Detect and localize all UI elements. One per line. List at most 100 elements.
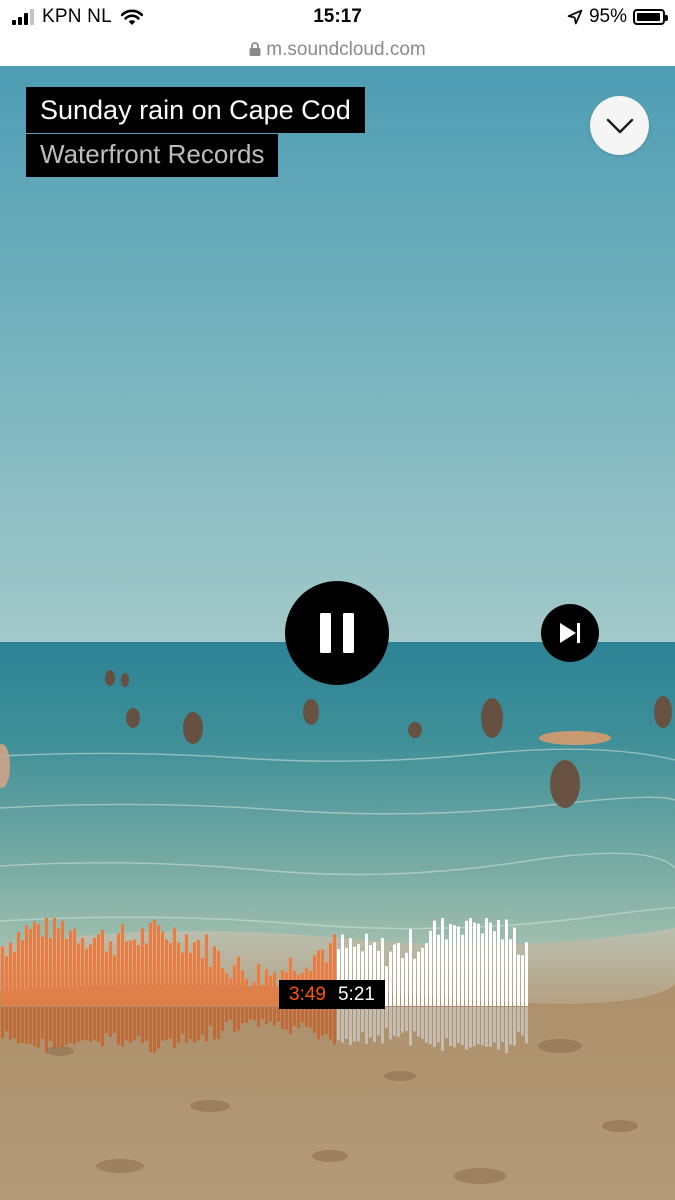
- waveform-reflection-bar: [141, 1007, 144, 1044]
- waveform-reflection-bar: [201, 1007, 204, 1035]
- waveform-reflection-bar: [337, 1007, 340, 1041]
- waveform-bar: [77, 943, 80, 1006]
- waveform-reflection-bar: [81, 1007, 84, 1041]
- waveform-reflection-bar: [241, 1007, 244, 1024]
- waveform-reflection-bar: [89, 1007, 92, 1042]
- waveform-reflection-bar: [225, 1007, 228, 1023]
- waveform-bar: [41, 936, 44, 1006]
- waveform-bar: [401, 958, 404, 1006]
- address-bar[interactable]: m.soundcloud.com: [0, 34, 675, 66]
- waveform-reflection-bar: [305, 1007, 308, 1027]
- waveform-bar: [121, 924, 124, 1006]
- waveform-bar: [13, 952, 16, 1006]
- total-time: 5:21: [337, 983, 375, 1005]
- waveform-reflection-bar: [409, 1007, 412, 1046]
- waveform-reflection-bar: [413, 1007, 416, 1032]
- status-bar: KPN NL 15:17 95%: [0, 0, 675, 34]
- waveform-reflection-bar: [293, 1007, 296, 1026]
- waveform-reflection-bar: [245, 1007, 248, 1023]
- waveform-seekbar[interactable]: [0, 904, 530, 1054]
- waveform-reflection-bar: [417, 1007, 420, 1037]
- waveform-reflection-bar: [281, 1007, 284, 1029]
- waveform-reflection-bar: [445, 1007, 448, 1039]
- waveform-reflection-bar: [453, 1007, 456, 1048]
- waveform-bar: [73, 928, 76, 1006]
- current-time: 3:49: [289, 983, 326, 1005]
- waveform-reflection-bar: [509, 1007, 512, 1045]
- waveform-bar: [209, 966, 212, 1006]
- waveform-bar: [273, 972, 276, 1006]
- waveform-reflection-bar: [129, 1007, 132, 1044]
- waveform-bar: [149, 922, 152, 1006]
- waveform-reflection-bar: [169, 1007, 172, 1039]
- waveform-bar: [81, 938, 84, 1006]
- waveform-reflection-bar: [325, 1007, 328, 1034]
- waveform-bar: [441, 918, 444, 1006]
- waveform-bar: [253, 982, 256, 1006]
- waveform-reflection-bar: [517, 1007, 520, 1032]
- track-title[interactable]: Sunday rain on Cape Cod: [26, 87, 365, 133]
- pause-icon: [320, 613, 354, 653]
- waveform-reflection-bar: [45, 1007, 48, 1053]
- status-right: 95%: [567, 6, 668, 28]
- waveform-reflection-bar: [13, 1007, 16, 1039]
- waveform-reflection-bar: [101, 1007, 104, 1047]
- waveform-bar: [185, 934, 188, 1006]
- url-text: m.soundcloud.com: [266, 39, 426, 60]
- waveform-reflection-bar: [521, 1007, 524, 1036]
- waveform-reflection-bar: [161, 1007, 164, 1041]
- waveform-reflection-bar: [513, 1007, 516, 1046]
- waveform-bar: [53, 918, 56, 1006]
- pause-button[interactable]: [285, 581, 389, 685]
- waveform-bar: [525, 942, 528, 1006]
- track-artist[interactable]: Waterfront Records: [26, 134, 279, 177]
- waveform-reflection-bar: [165, 1007, 168, 1040]
- waveform-bar: [5, 956, 8, 1006]
- waveform-reflection-bar: [177, 1007, 180, 1044]
- battery-fill: [637, 13, 660, 21]
- waveform-reflection-bar: [105, 1007, 108, 1034]
- waveform-reflection-bar: [425, 1007, 428, 1043]
- waveform-reflection-bar: [313, 1007, 316, 1033]
- waveform-reflection-bar: [5, 1007, 8, 1032]
- waveform-bar: [505, 919, 508, 1006]
- waveform-reflection-bar: [277, 1007, 280, 1022]
- waveform-bar: [425, 943, 428, 1006]
- waveform-reflection-bar: [381, 1007, 384, 1044]
- waveform-reflection-bar: [437, 1007, 440, 1043]
- waveform-bar: [97, 934, 100, 1006]
- next-track-button[interactable]: [541, 604, 599, 662]
- waveform-reflection-bar: [333, 1007, 336, 1045]
- waveform-bar: [521, 955, 524, 1006]
- waveform-bar: [397, 943, 400, 1006]
- waveform-bar: [101, 929, 104, 1006]
- waveform-reflection-bar: [385, 1007, 388, 1028]
- waveform-reflection-bar: [433, 1007, 436, 1047]
- waveform-bar: [161, 931, 164, 1006]
- waveform-bar: [153, 919, 156, 1006]
- waveform-bar: [169, 943, 172, 1006]
- waveform-reflection-bar: [205, 1007, 208, 1042]
- waveform-bar: [221, 968, 224, 1006]
- waveform-bar: [69, 930, 72, 1006]
- waveform-reflection-bar: [369, 1007, 372, 1038]
- waveform-reflection-bar: [121, 1007, 124, 1047]
- waveform-reflection-bar: [481, 1007, 484, 1046]
- waveform-bar: [9, 942, 12, 1006]
- waveform-bar: [57, 928, 60, 1006]
- waveform-reflection-bar: [29, 1007, 32, 1044]
- waveform-bar: [245, 979, 248, 1006]
- waveform-reflection-bar: [485, 1007, 488, 1047]
- waveform-reflection-bar: [181, 1007, 184, 1034]
- waveform-reflection-bar: [213, 1007, 216, 1040]
- waveform-bar: [477, 923, 480, 1006]
- waveform-reflection-bar: [173, 1007, 176, 1049]
- collapse-button[interactable]: [590, 96, 649, 155]
- waveform-bar: [249, 987, 252, 1006]
- waveform-reflection-bar: [41, 1007, 44, 1039]
- waveform-reflection-bar: [69, 1007, 72, 1043]
- waveform-reflection-bar: [401, 1007, 404, 1033]
- waveform-bar: [65, 938, 68, 1006]
- waveform-bar: [429, 930, 432, 1006]
- waveform-reflection-bar: [321, 1007, 324, 1036]
